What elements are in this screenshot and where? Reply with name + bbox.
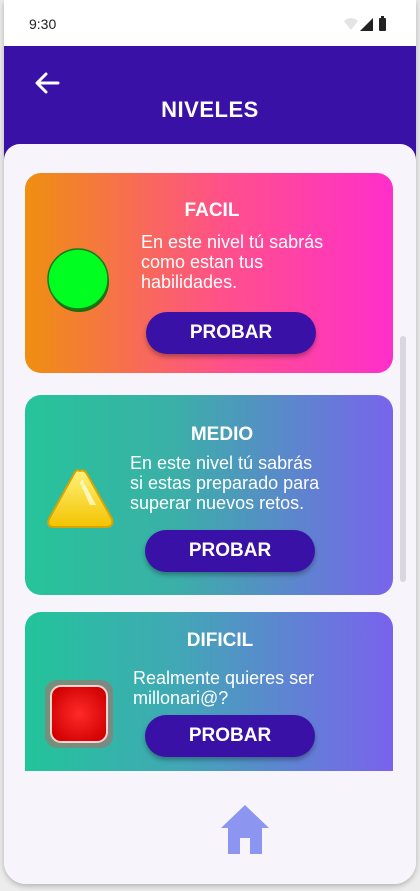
level-card-hard: DIFICIL Realmente quieres ser millonari@…: [25, 612, 393, 771]
signal-icon: [360, 18, 373, 31]
page-title: NIVELES: [161, 97, 259, 122]
phone-screen: 9:30 NIVELES FACIL En este nivel tú sabr…: [4, 0, 416, 884]
scrollbar[interactable]: [400, 336, 406, 582]
bottom-nav: [4, 771, 416, 884]
level-card-easy: FACIL En este nivel tú sabrás como estan…: [25, 173, 393, 373]
levels-content: FACIL En este nivel tú sabrás como estan…: [4, 144, 416, 884]
level-description: Realmente quieres ser millonari@?: [133, 668, 315, 708]
yellow-triangle-icon: [47, 469, 114, 528]
wifi-icon: [344, 18, 358, 30]
back-button[interactable]: [30, 66, 64, 100]
home-icon[interactable]: [218, 802, 272, 856]
level-title: FACIL: [184, 200, 240, 221]
level-title: MEDIO: [190, 424, 254, 445]
level-description: En este nivel tú sabrás si estas prepara…: [130, 453, 320, 513]
probar-button-hard[interactable]: PROBAR: [145, 715, 315, 757]
arrow-left-icon: [35, 72, 60, 94]
green-circle-icon: [47, 248, 109, 312]
probar-button-medium[interactable]: PROBAR: [145, 530, 315, 572]
red-square-icon: [45, 680, 113, 748]
probar-button-easy[interactable]: PROBAR: [146, 312, 316, 354]
status-time: 9:30: [29, 16, 57, 32]
battery-icon: [379, 18, 386, 31]
status-bar: 9:30: [4, 0, 416, 46]
level-description: En este nivel tú sabrás como estan tus h…: [141, 232, 324, 292]
level-title: DIFICIL: [186, 630, 254, 651]
levels-list[interactable]: FACIL En este nivel tú sabrás como estan…: [4, 144, 416, 771]
status-icons: [344, 16, 386, 31]
level-card-medium: MEDIO En este nivel tú sabrás si estas p…: [25, 395, 393, 595]
